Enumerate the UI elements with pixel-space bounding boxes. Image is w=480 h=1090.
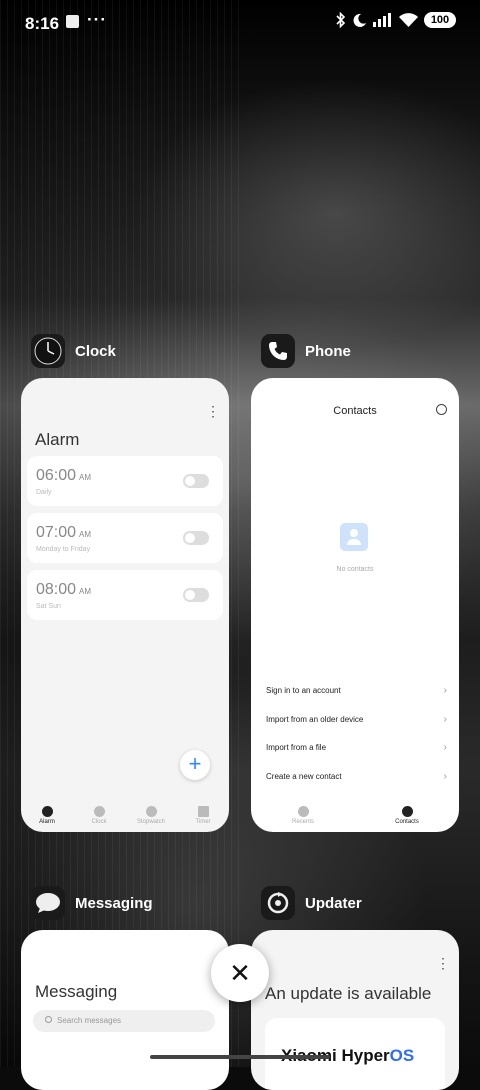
page-title: Alarm [35,430,80,449]
hourglass-icon [197,805,209,817]
app-name: Updater [305,894,362,912]
alarm-ampm: AM [79,587,92,596]
app-label-phone[interactable]: Phone [261,334,351,368]
alarm-repeat: Monday to Friday [36,546,91,553]
empty-state-text: No contacts [336,566,374,573]
alarm-time: 07:00 [36,524,77,541]
page-title: Contacts [333,405,377,417]
person-icon [401,805,413,817]
alarm-time: 08:00 [36,581,77,598]
bluetooth-icon [336,12,346,28]
option-import-file[interactable]: Import from a file › [266,742,447,759]
add-alarm-button[interactable]: + [180,750,210,780]
gear-icon[interactable] [436,404,447,415]
signal-icon [373,13,391,27]
moon-icon [353,13,366,27]
recent-card-phone[interactable]: Contacts No contacts Sign in to an accou… [251,378,459,832]
status-bar: 8:16 ··· 100 [0,0,480,46]
brand-suffix: OS [389,1046,415,1065]
tab-label: Alarm [39,818,55,825]
alarm-ampm: AM [79,530,92,539]
app-name: Phone [305,342,351,360]
tab-clock[interactable]: Clock [73,798,125,832]
tab-contacts[interactable]: Contacts [355,798,459,832]
battery-icon: 100 [424,12,456,28]
app-label-clock[interactable]: Clock [31,334,116,368]
tab-label: Timer [195,818,211,825]
stopwatch-icon [145,805,157,817]
alarm-repeat: Daily [36,489,52,496]
status-time: 8:16 [25,14,60,33]
gesture-bar[interactable] [150,1055,330,1059]
chevron-right-icon: › [443,685,447,696]
messaging-icon [31,886,65,920]
chevron-right-icon: › [443,771,447,782]
page-title: An update is available [265,984,432,1003]
contact-placeholder-icon [340,523,368,551]
option-label: Import from a file [266,743,327,752]
alarm-toggle[interactable] [183,474,209,488]
updater-icon [261,886,295,920]
tab-label: Contacts [395,818,419,825]
recent-card-updater[interactable]: ⋮ An update is available Xiaomi HyperOS [251,930,459,1090]
tab-recents[interactable]: Recents [251,798,355,832]
alarm-item[interactable]: 06:00 AM Daily [27,456,223,506]
tab-label: Stopwatch [136,818,166,825]
more-notifications-icon: ··· [87,10,107,29]
app-label-updater[interactable]: Updater [261,886,362,920]
tab-alarm[interactable]: Alarm [21,798,73,832]
phone-icon [261,334,295,368]
bottom-nav: Alarm Clock Stopwatch Timer [21,798,229,832]
tab-stopwatch[interactable]: Stopwatch [125,798,177,832]
app-name: Clock [75,342,116,360]
recent-card-messaging[interactable]: Messaging Search messages [21,930,229,1090]
option-label: Sign in to an account [266,686,341,695]
app-name: Messaging [75,894,153,912]
alarm-toggle[interactable] [183,531,209,545]
more-options-icon: ⋮ [206,403,220,419]
app-label-messaging[interactable]: Messaging [31,886,153,920]
clock-icon [31,334,65,368]
option-import-older-device[interactable]: Import from an older device › [266,714,447,731]
chevron-right-icon: › [443,742,447,753]
recent-card-clock[interactable]: ⋮ Alarm 06:00 AM Daily 07:00 AM Monday to … [21,378,229,832]
more-options-icon: ⋮ [436,955,450,971]
page-title: Messaging [35,982,118,1001]
tab-label: Clock [91,818,107,825]
alarm-item[interactable]: 07:00 AM Monday to Friday [27,513,223,563]
clear-all-button[interactable]: ✕ [211,944,269,1002]
search-messages-input[interactable]: Search messages [33,1010,215,1032]
chevron-right-icon: › [443,714,447,725]
tab-timer[interactable]: Timer [177,798,229,832]
clock-tab-icon [93,805,105,817]
search-placeholder: Search messages [57,1016,122,1025]
option-create-contact[interactable]: Create a new contact › [266,771,447,788]
alarm-item[interactable]: 08:00 AM Sat Sun [27,570,223,620]
update-banner: Xiaomi HyperOS [265,1018,445,1090]
tab-label: Recents [291,818,314,825]
alarm-repeat: Sat Sun [36,603,61,610]
bottom-nav: Recents Contacts [251,798,459,832]
option-label: Import from an older device [266,715,364,724]
search-icon [45,1016,52,1023]
alarm-icon [41,805,53,817]
alarm-toggle[interactable] [183,588,209,602]
phone-tab-icon [297,805,309,817]
alarm-time: 06:00 [36,467,77,484]
option-label: Create a new contact [266,772,342,781]
notification-icon [66,15,79,28]
wifi-icon [399,13,418,27]
alarm-ampm: AM [79,473,92,482]
option-sign-in[interactable]: Sign in to an account › [266,685,447,702]
